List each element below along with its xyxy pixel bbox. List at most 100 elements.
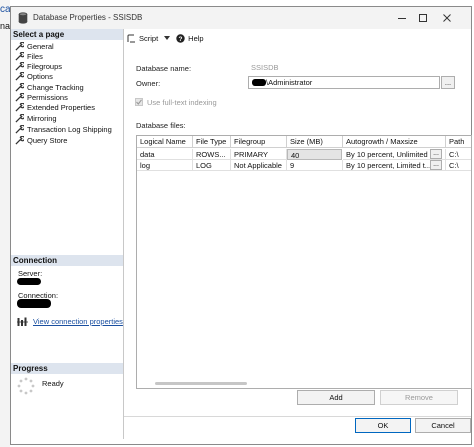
page-item-files[interactable]: Files bbox=[15, 51, 43, 61]
page-item-label: Transaction Log Shipping bbox=[27, 124, 112, 134]
page-item-label: Extended Properties bbox=[27, 102, 95, 112]
autogrowth-edit-button[interactable]: ... bbox=[430, 149, 442, 159]
owner-field[interactable]: \Administrator bbox=[248, 76, 440, 89]
page-item-label: Mirroring bbox=[27, 113, 57, 123]
ok-button[interactable]: OK bbox=[355, 418, 411, 433]
close-icon bbox=[443, 14, 451, 22]
database-files-label: Database files: bbox=[136, 121, 186, 130]
add-button[interactable]: Add bbox=[297, 390, 375, 405]
help-label: Help bbox=[188, 33, 204, 43]
database-name-value: SSISDB bbox=[251, 63, 279, 72]
background-text-fragment: ca bbox=[0, 4, 11, 15]
page-item-filegroups[interactable]: Filegroups bbox=[15, 61, 62, 71]
server-label: Server: bbox=[18, 269, 43, 278]
page-item-label: Filegroups bbox=[27, 61, 63, 71]
column-header-size[interactable]: Size (MB) bbox=[287, 136, 343, 148]
background-window-edge bbox=[0, 0, 10, 447]
redacted-owner-prefix bbox=[252, 79, 266, 86]
database-properties-dialog: Database Properties - SSISDB Select a pa… bbox=[10, 6, 472, 445]
cancel-button[interactable]: Cancel bbox=[415, 418, 471, 433]
page-item-query-store[interactable]: Query Store bbox=[15, 135, 67, 145]
connection-header: Connection bbox=[11, 255, 123, 266]
fulltext-checkbox[interactable] bbox=[135, 98, 143, 106]
fulltext-label: Use full-text indexing bbox=[147, 98, 217, 107]
script-button[interactable]: Script bbox=[127, 33, 171, 43]
database-files-grid[interactable]: Logical Name File Type Filegroup Size (M… bbox=[136, 135, 472, 389]
redacted-server-name bbox=[17, 278, 41, 285]
left-pane: Select a page General Files Filegroups O… bbox=[11, 29, 124, 439]
progress-spinner-icon bbox=[17, 377, 35, 395]
page-item-label: Change Tracking bbox=[27, 82, 84, 92]
page-item-label: Permissions bbox=[27, 92, 68, 102]
table-row[interactable]: data ROWS... PRIMARY 40 By 10 percent, U… bbox=[137, 149, 471, 160]
cell-file-type[interactable]: LOG bbox=[193, 160, 231, 171]
wrench-icon bbox=[15, 124, 24, 134]
page-item-change-tracking[interactable]: Change Tracking bbox=[15, 82, 84, 92]
title-bar[interactable]: Database Properties - SSISDB bbox=[11, 7, 471, 29]
wrench-icon bbox=[15, 135, 24, 145]
footer-divider bbox=[124, 416, 471, 417]
page-item-general[interactable]: General bbox=[15, 41, 54, 51]
page-item-label: Query Store bbox=[27, 135, 68, 145]
cell-path[interactable]: C:\ bbox=[446, 149, 471, 160]
page-item-permissions[interactable]: Permissions bbox=[15, 92, 68, 102]
page-item-label: Options bbox=[27, 71, 53, 81]
cell-size[interactable]: 9 bbox=[287, 160, 343, 171]
column-header-autogrowth[interactable]: Autogrowth / Maxsize bbox=[343, 136, 446, 148]
background-text-fragment-2: na bbox=[0, 21, 11, 31]
window-title: Database Properties - SSISDB bbox=[33, 13, 143, 22]
cell-logical-name[interactable]: data bbox=[137, 149, 193, 160]
redacted-connection-name bbox=[17, 299, 51, 308]
database-icon bbox=[18, 12, 28, 24]
svg-text:?: ? bbox=[179, 36, 183, 43]
script-icon bbox=[127, 34, 135, 42]
connection-properties-icon bbox=[17, 317, 28, 326]
page-item-label: Files bbox=[27, 51, 43, 61]
owner-browse-button[interactable]: ... bbox=[441, 76, 455, 89]
page-item-label: General bbox=[27, 41, 54, 51]
horizontal-scrollbar[interactable] bbox=[155, 382, 247, 385]
toolbar: Script ? Help bbox=[127, 31, 210, 45]
select-page-header: Select a page bbox=[11, 29, 123, 40]
column-header-filegroup[interactable]: Filegroup bbox=[231, 136, 287, 148]
help-icon: ? bbox=[176, 33, 185, 43]
minimize-button[interactable] bbox=[394, 10, 410, 26]
cell-filegroup[interactable]: PRIMARY bbox=[231, 149, 287, 160]
wrench-icon bbox=[15, 113, 24, 123]
page-item-mirroring[interactable]: Mirroring bbox=[15, 113, 57, 123]
progress-status: Ready bbox=[42, 379, 64, 388]
database-name-label: Database name: bbox=[136, 64, 192, 73]
page-item-options[interactable]: Options bbox=[15, 71, 53, 81]
help-button[interactable]: ? Help bbox=[176, 33, 204, 43]
maximize-icon bbox=[419, 14, 427, 22]
progress-header: Progress bbox=[11, 363, 123, 374]
wrench-icon bbox=[15, 102, 24, 112]
owner-value: \Administrator bbox=[266, 78, 313, 87]
wrench-icon bbox=[15, 92, 24, 102]
table-row[interactable]: log LOG Not Applicable 9 By 10 percent, … bbox=[137, 160, 471, 171]
cell-path[interactable]: C:\ bbox=[446, 160, 471, 171]
wrench-icon bbox=[15, 51, 24, 61]
page-item-transaction-log-shipping[interactable]: Transaction Log Shipping bbox=[15, 124, 112, 134]
maximize-button[interactable] bbox=[415, 10, 431, 26]
wrench-icon bbox=[15, 41, 24, 51]
cell-size[interactable]: 40 bbox=[287, 149, 342, 160]
chevron-down-icon bbox=[164, 36, 171, 40]
grid-header: Logical Name File Type Filegroup Size (M… bbox=[137, 136, 471, 148]
page-item-extended-properties[interactable]: Extended Properties bbox=[15, 102, 95, 112]
cell-filegroup[interactable]: Not Applicable bbox=[231, 160, 287, 171]
wrench-icon bbox=[15, 82, 24, 92]
cell-file-type[interactable]: ROWS... bbox=[193, 149, 231, 160]
close-window-button[interactable] bbox=[439, 10, 455, 26]
cell-logical-name[interactable]: log bbox=[137, 160, 193, 171]
autogrowth-edit-button[interactable]: ... bbox=[430, 160, 442, 170]
remove-button[interactable]: Remove bbox=[380, 390, 458, 405]
script-label: Script bbox=[139, 33, 159, 43]
view-connection-properties-link[interactable]: View connection properties bbox=[33, 317, 123, 326]
checkmark-icon bbox=[136, 99, 142, 105]
column-header-path[interactable]: Path bbox=[446, 136, 471, 148]
column-header-logical-name[interactable]: Logical Name bbox=[137, 136, 193, 148]
column-header-file-type[interactable]: File Type bbox=[193, 136, 231, 148]
wrench-icon bbox=[15, 71, 24, 81]
owner-label: Owner: bbox=[136, 79, 161, 88]
